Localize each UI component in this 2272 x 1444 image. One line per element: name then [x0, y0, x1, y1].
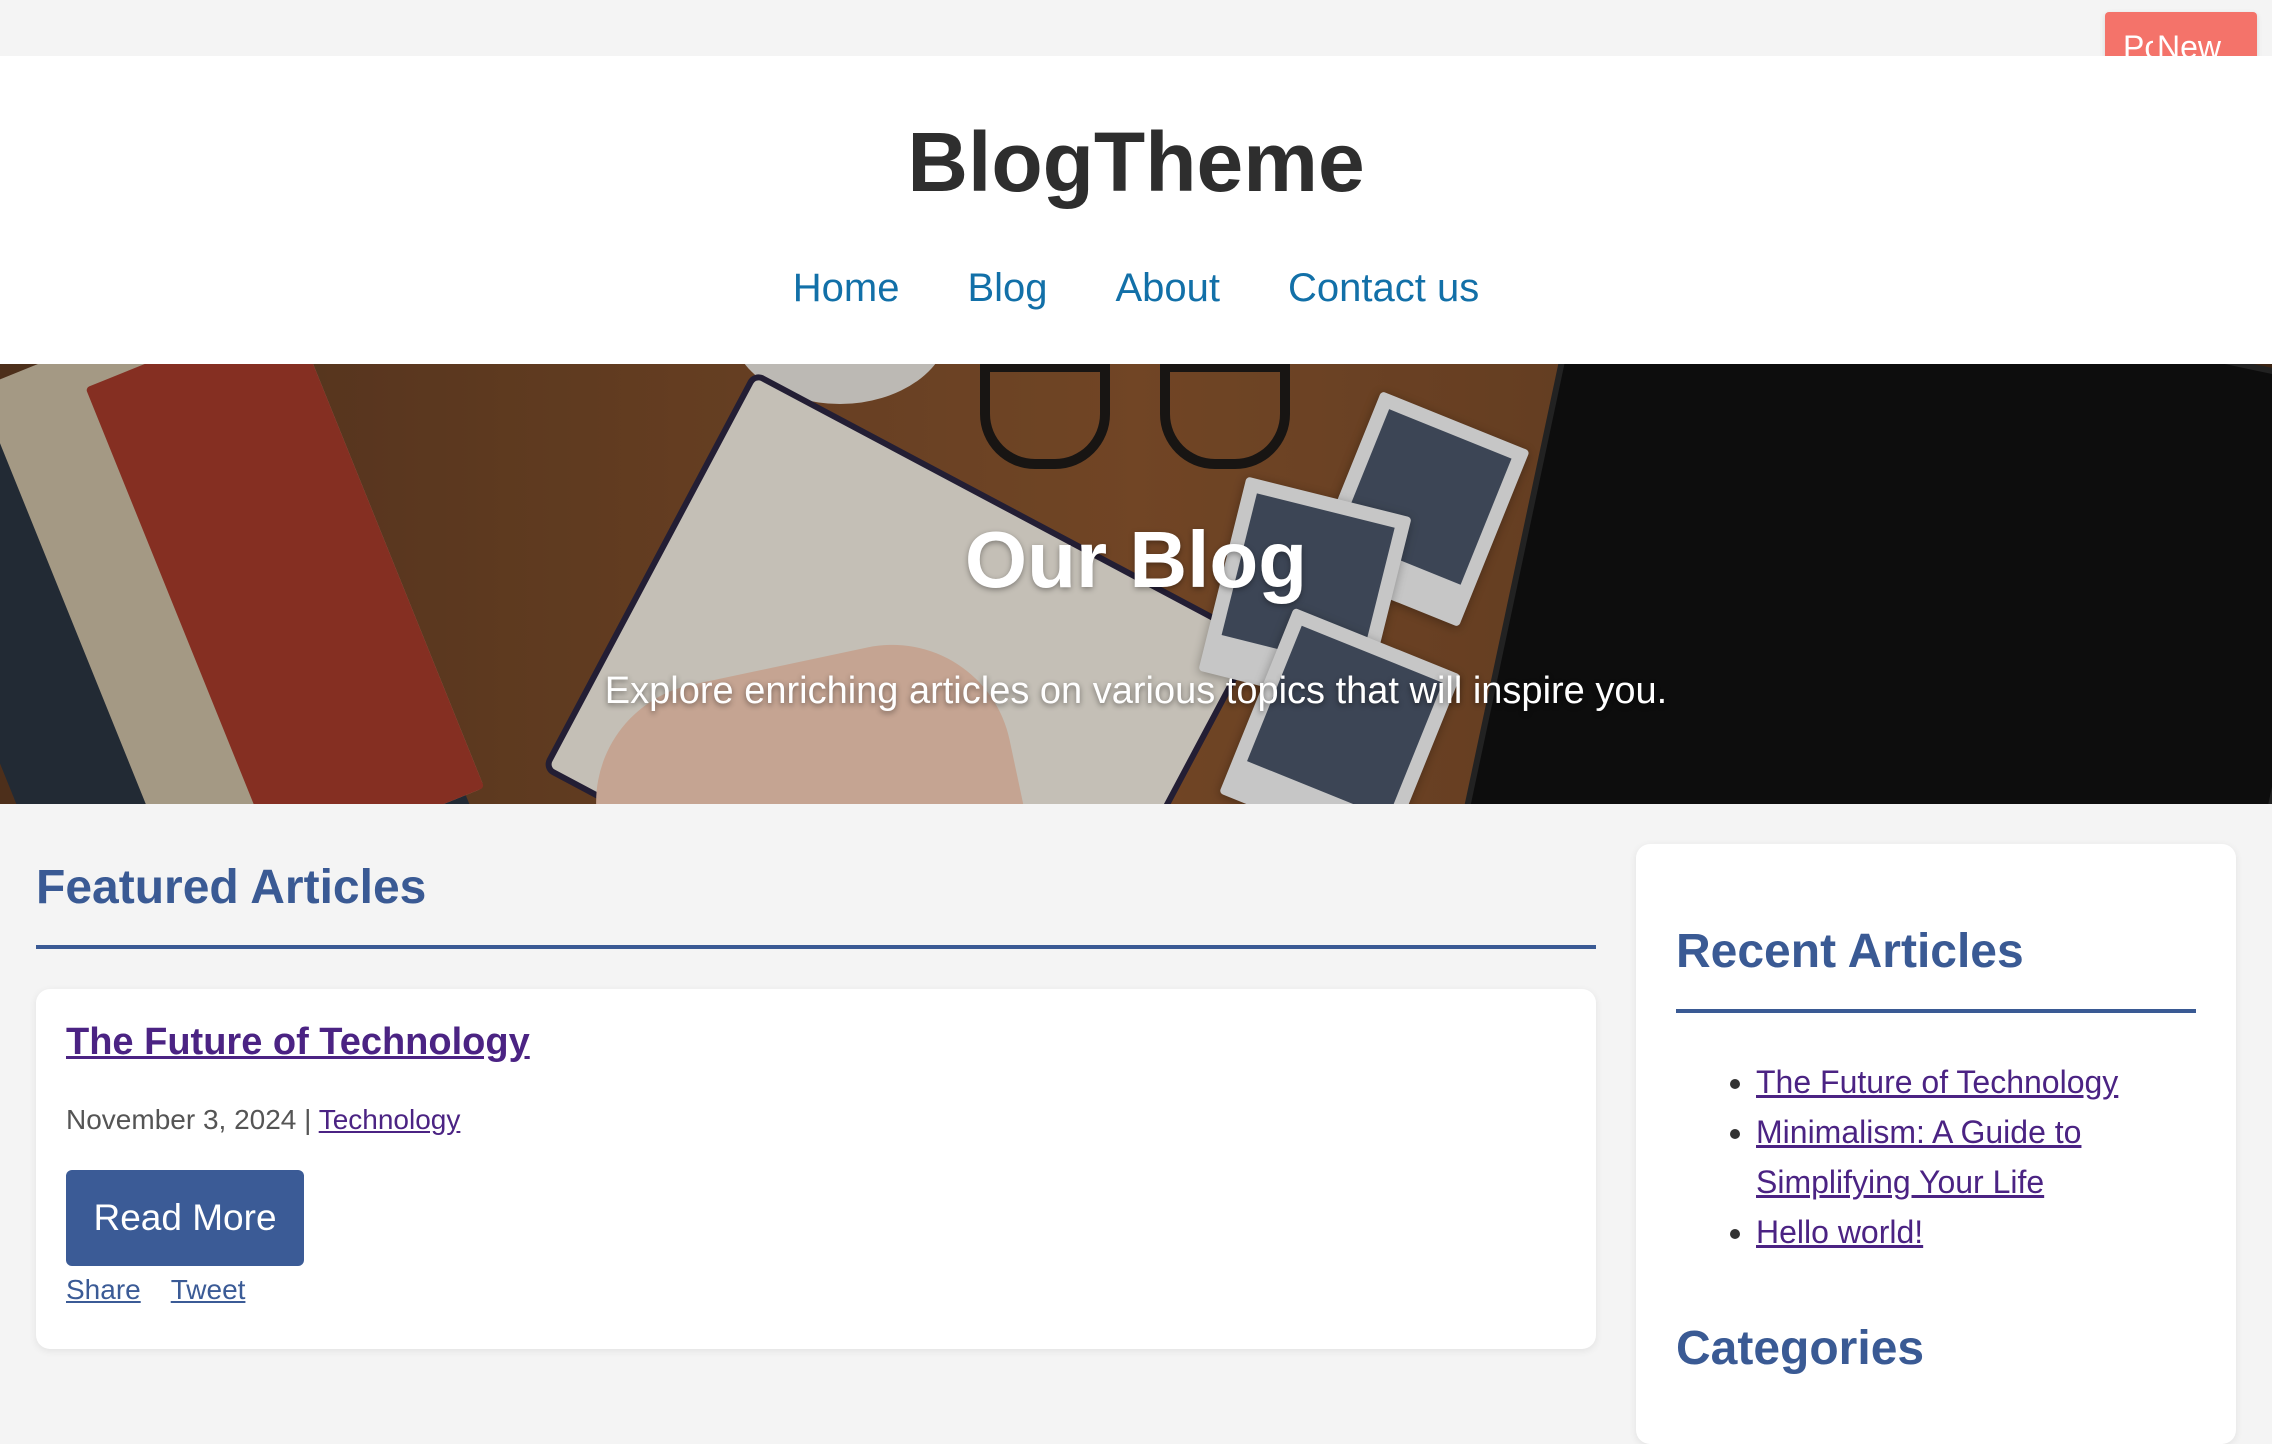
- featured-articles-title: Featured Articles: [36, 860, 1596, 949]
- site-header: BlogTheme Home Blog About Contact us: [0, 56, 2272, 364]
- recent-article-link[interactable]: Minimalism: A Guide to Simplifying Your …: [1756, 1114, 2081, 1200]
- nav-contact[interactable]: Contact us: [1288, 266, 1479, 311]
- social-links: Share Tweet: [66, 1274, 1566, 1306]
- article-category-link[interactable]: Technology: [319, 1104, 461, 1135]
- article-title-link[interactable]: The Future of Technology: [66, 1021, 1566, 1064]
- hero-banner: Our Blog Explore enriching articles on v…: [0, 364, 2272, 804]
- article-date: November 3, 2024: [66, 1104, 297, 1135]
- site-title[interactable]: BlogTheme: [0, 114, 2272, 211]
- recent-articles-list: The Future of Technology Minimalism: A G…: [1676, 1057, 2196, 1257]
- meta-separator: |: [304, 1104, 312, 1135]
- nav-about[interactable]: About: [1116, 266, 1221, 311]
- categories-title: Categories: [1676, 1322, 1925, 1375]
- recent-article-link[interactable]: Hello world!: [1756, 1214, 1923, 1250]
- article-meta: November 3, 2024 | Technology: [66, 1104, 1566, 1136]
- main-nav: Home Blog About Contact us: [0, 266, 2272, 311]
- share-link[interactable]: Share: [66, 1274, 141, 1306]
- sidebar: Recent Articles The Future of Technology…: [1636, 844, 2236, 1444]
- recent-article-link[interactable]: The Future of Technology: [1756, 1064, 2118, 1100]
- recent-articles-title: Recent Articles: [1676, 924, 2196, 1013]
- top-strip: [0, 0, 2272, 56]
- list-item: The Future of Technology: [1756, 1057, 2196, 1107]
- read-more-button[interactable]: Read More: [66, 1170, 304, 1266]
- tweet-link[interactable]: Tweet: [171, 1274, 246, 1306]
- hero-subtitle: Explore enriching articles on various to…: [604, 670, 1668, 712]
- list-item: Minimalism: A Guide to Simplifying Your …: [1756, 1107, 2196, 1207]
- main-content: Featured Articles The Future of Technolo…: [36, 860, 1596, 1349]
- article-card: The Future of Technology November 3, 202…: [36, 989, 1596, 1349]
- nav-home[interactable]: Home: [793, 266, 900, 311]
- list-item: Hello world!: [1756, 1207, 2196, 1257]
- nav-blog[interactable]: Blog: [967, 266, 1047, 311]
- hero-title: Our Blog: [964, 515, 1308, 604]
